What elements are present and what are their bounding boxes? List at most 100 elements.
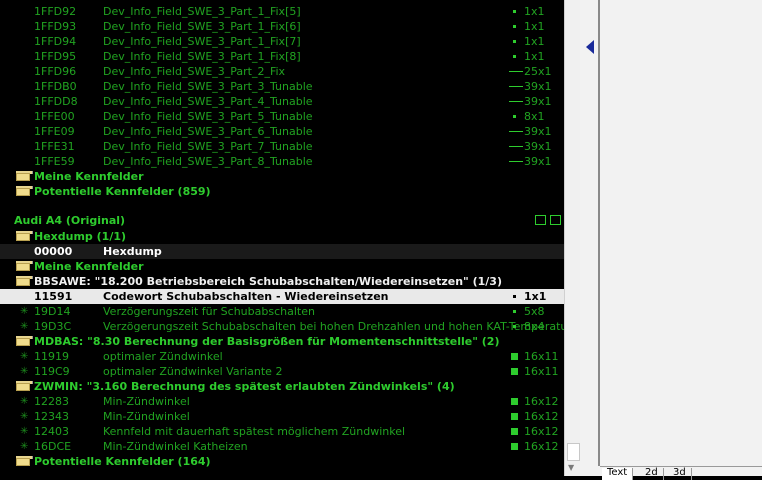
list-item[interactable]: ✳ 12403 Kennfeld mit dauerhaft spätest m… — [0, 424, 564, 439]
map-name: optimaler Zündwinkel Variante 2 — [103, 365, 283, 378]
tab-2d[interactable]: 2d — [640, 468, 664, 480]
folder-icon — [16, 171, 33, 181]
list-view-icon[interactable] — [535, 215, 546, 225]
hexdump-row[interactable]: 00000 Hexdump — [0, 244, 564, 259]
folder-meine-kennfelder[interactable]: Meine Kennfelder — [0, 169, 564, 184]
map-name: Dev_Info_Field_SWE_3_Part_1_Fix[6] — [103, 20, 301, 33]
list-item-selected[interactable]: 11591 Codewort Schubabschalten - Wiedere… — [0, 289, 564, 304]
folder-hexdump[interactable]: Hexdump (1/1) — [0, 229, 564, 244]
map-type-icon — [511, 428, 518, 435]
map-name: Dev_Info_Field_SWE_3_Part_5_Tunable — [103, 110, 313, 123]
list-item[interactable]: 1FFD96 Dev_Info_Field_SWE_3_Part_2_Fix 2… — [0, 64, 564, 79]
map-type-icon — [513, 325, 516, 328]
project-header: Audi A4 (Original) — [0, 213, 564, 228]
map-name: Kennfeld mit dauerhaft spätest möglichem… — [103, 425, 406, 438]
list-item[interactable]: ✳ 119C9 optimaler Zündwinkel Variante 2 … — [0, 364, 564, 379]
map-name: Dev_Info_Field_SWE_3_Part_4_Tunable — [103, 95, 313, 108]
folder-label: BBSAWE: "18.200 Betriebsbereich Schubabs… — [34, 275, 502, 288]
map-name: Dev_Info_Field_SWE_3_Part_1_Fix[7] — [103, 35, 301, 48]
map-size: 1x1 — [524, 290, 547, 303]
map-address: 1FFD94 — [34, 35, 77, 48]
list-item[interactable]: 1FFD93 Dev_Info_Field_SWE_3_Part_1_Fix[6… — [0, 19, 564, 34]
map-name: Dev_Info_Field_SWE_3_Part_1_Fix[8] — [103, 50, 301, 63]
map-star-icon: ✳ — [20, 426, 29, 437]
map-star-icon: ✳ — [20, 306, 29, 317]
map-size: 16x11 — [524, 350, 559, 363]
map-size: 39x1 — [524, 95, 552, 108]
list-item[interactable]: ✳ 19D3C Verzögerungszeit Schubabschalten… — [0, 319, 564, 334]
map-type-icon — [513, 10, 516, 13]
map-size: 8x1 — [524, 110, 545, 123]
map-size: 1x1 — [524, 5, 545, 18]
map-address: 12403 — [34, 425, 69, 438]
list-item[interactable]: 1FFD94 Dev_Info_Field_SWE_3_Part_1_Fix[7… — [0, 34, 564, 49]
list-item[interactable]: 1FFE09 Dev_Info_Field_SWE_3_Part_6_Tunab… — [0, 124, 564, 139]
map-type-icon — [511, 353, 518, 360]
map-name: Verzögerungszeit Schubabschalten bei hoh… — [103, 320, 564, 333]
map-address: 11591 — [34, 290, 73, 303]
folder-meine-kennfelder-2[interactable]: Meine Kennfelder — [0, 259, 564, 274]
folder-icon — [16, 261, 33, 271]
tab-text[interactable]: Text — [602, 468, 634, 480]
map-address: 16DCE — [34, 440, 72, 453]
map-type-icon — [513, 25, 516, 28]
map-star-icon: ✳ — [20, 396, 29, 407]
panel-splitter[interactable] — [598, 0, 600, 466]
list-item[interactable]: 1FFE00 Dev_Info_Field_SWE_3_Part_5_Tunab… — [0, 109, 564, 124]
folder-label: ZWMIN: "3.160 Berechnung des spätest erl… — [34, 380, 455, 393]
collapse-left-arrow-icon[interactable] — [586, 40, 594, 54]
map-type-icon — [513, 40, 516, 43]
list-item[interactable]: ✳ 11919 optimaler Zündwinkel 16x11 — [0, 349, 564, 364]
map-star-icon: ✳ — [20, 411, 29, 422]
tab-3d[interactable]: 3d — [668, 468, 692, 480]
map-size: 39x1 — [524, 155, 552, 168]
view-tabs: Text 2d 3d — [600, 466, 762, 480]
map-name: Dev_Info_Field_SWE_3_Part_3_Tunable — [103, 80, 313, 93]
folder-icon — [16, 456, 33, 466]
map-size: 39x1 — [524, 80, 552, 93]
map-address: 19D14 — [34, 305, 71, 318]
map-name: Dev_Info_Field_SWE_3_Part_8_Tunable — [103, 155, 313, 168]
folder-mdbas[interactable]: MDBAS: "8.30 Berechnung der Basisgrößen … — [0, 334, 564, 349]
map-address: 119C9 — [34, 365, 70, 378]
folder-label: Meine Kennfelder — [34, 170, 144, 183]
map-size: 8x4 — [524, 320, 545, 333]
preview-panel — [580, 0, 762, 476]
map-type-icon — [509, 146, 523, 147]
map-address: 1FFD92 — [34, 5, 77, 18]
folder-label: Meine Kennfelder — [34, 260, 144, 273]
map-size: 1x1 — [524, 35, 545, 48]
folder-zwmin[interactable]: ZWMIN: "3.160 Berechnung des spätest erl… — [0, 379, 564, 394]
scroll-down-arrow-icon[interactable]: ▼ — [568, 463, 574, 472]
list-item[interactable]: ✳ 12283 Min-Zündwinkel 16x12 — [0, 394, 564, 409]
list-item[interactable]: ✳ 12343 Min-Zündwinkel 16x12 — [0, 409, 564, 424]
list-item[interactable]: 1FFDD8 Dev_Info_Field_SWE_3_Part_4_Tunab… — [0, 94, 564, 109]
folder-open-icon — [16, 231, 33, 241]
folder-open-icon — [16, 276, 33, 286]
map-address: 1FFD96 — [34, 65, 77, 78]
folder-potentielle-kennfelder-2[interactable]: Potentielle Kennfelder (164) — [0, 454, 564, 469]
list-item[interactable]: 1FFE59 Dev_Info_Field_SWE_3_Part_8_Tunab… — [0, 154, 564, 169]
map-name: Codewort Schubabschalten - Wiedereinsetz… — [103, 290, 389, 303]
map-type-icon — [513, 115, 516, 118]
list-item[interactable]: 1FFDB0 Dev_Info_Field_SWE_3_Part_3_Tunab… — [0, 79, 564, 94]
list-item[interactable]: 1FFE31 Dev_Info_Field_SWE_3_Part_7_Tunab… — [0, 139, 564, 154]
list-item[interactable]: ✳ 16DCE Min-Zündwinkel Katheizen 16x12 — [0, 439, 564, 454]
folder-bbsawe[interactable]: BBSAWE: "18.200 Betriebsbereich Schubabs… — [0, 274, 564, 289]
map-address: 1FFDB0 — [34, 80, 77, 93]
map-address: 12343 — [34, 410, 69, 423]
map-address: 11919 — [34, 350, 69, 363]
map-size: 5x8 — [524, 305, 545, 318]
map-type-icon — [511, 413, 518, 420]
vertical-scrollbar[interactable]: ▼ — [564, 0, 580, 476]
scrollbar-thumb[interactable] — [567, 443, 580, 461]
close-icon[interactable] — [550, 215, 561, 225]
list-item[interactable]: 1FFD95 Dev_Info_Field_SWE_3_Part_1_Fix[8… — [0, 49, 564, 64]
map-star-icon: ✳ — [20, 441, 29, 452]
list-item[interactable]: ✳ 19D14 Verzögerungszeit für Schubabscha… — [0, 304, 564, 319]
list-item[interactable]: 1FFD92 Dev_Info_Field_SWE_3_Part_1_Fix[5… — [0, 4, 564, 19]
folder-potentielle-kennfelder[interactable]: Potentielle Kennfelder (859) — [0, 184, 564, 199]
map-size: 39x1 — [524, 125, 552, 138]
folder-open-icon — [16, 336, 33, 346]
map-list-panel: 1FFD92 Dev_Info_Field_SWE_3_Part_1_Fix[5… — [0, 0, 564, 476]
